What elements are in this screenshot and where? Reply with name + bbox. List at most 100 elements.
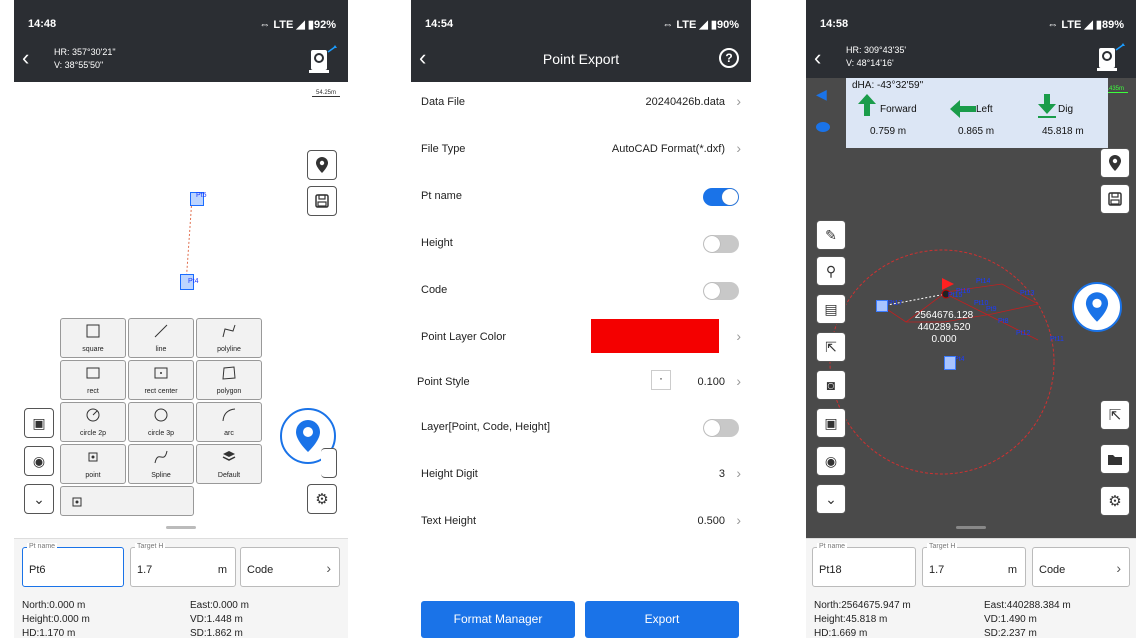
tool-circle-3p[interactable]: circle 3p (128, 402, 194, 442)
height-toggle[interactable] (703, 235, 739, 253)
audio-icon[interactable]: ◀ (816, 86, 827, 103)
point-icon (88, 452, 98, 462)
format-manager-button[interactable]: Format Manager (421, 601, 575, 638)
export-button[interactable]: Export (585, 601, 739, 638)
input-bar: Pt name Pt6 Target H 1.7 m Code › (14, 538, 348, 596)
dig-label: Dig (1058, 104, 1074, 115)
save-button[interactable] (307, 186, 337, 216)
tool-spline[interactable]: Spline (128, 444, 194, 484)
row-point-style[interactable]: Point Style · 0.100 › (411, 360, 751, 407)
collapse-button[interactable]: ⌄ (816, 484, 846, 514)
back-arrow-icon[interactable]: ‹ (814, 46, 836, 72)
tool-default-layer[interactable]: Default (196, 444, 262, 484)
tool-point[interactable]: point (60, 444, 126, 484)
drag-handle[interactable] (956, 526, 986, 529)
tool-circle-2p[interactable]: circle 2p (60, 402, 126, 442)
zoom-extent-button[interactable]: ▣ (24, 408, 54, 438)
target-icon: ◉ (824, 452, 838, 469)
dig-value: 45.818 m (1042, 126, 1084, 137)
coord-height: 0.000 (931, 334, 957, 345)
total-station-icon[interactable] (304, 42, 338, 76)
location-pin-icon (1085, 292, 1109, 322)
row-height-digit[interactable]: Height Digit 3 › (411, 452, 751, 499)
open-folder-button[interactable] (1100, 444, 1130, 474)
stakeout-guidance-panel: dHA: -43°32'59" Forward 0.759 m Left 0.8… (846, 78, 1108, 148)
status-indicators: ⇔ LTE ◢ ▮92% (259, 19, 336, 31)
pt-name-field[interactable]: Pt name Pt18 (812, 543, 916, 587)
row-point-layer-color[interactable]: Point Layer Color › (411, 315, 751, 362)
zoom-extent-button[interactable]: ▣ (816, 408, 846, 438)
status-bar: 14:48 ⇔ LTE ◢ ▮92% (14, 0, 348, 36)
camera-button[interactable]: ◙ (816, 370, 846, 400)
search-pin-icon: ⚲ (825, 262, 837, 279)
collapse-button[interactable]: ⌄ (24, 484, 54, 514)
layer-toggle-button[interactable] (321, 448, 337, 478)
vd-value: VD:1.490 m (984, 614, 1037, 625)
select-button[interactable]: ⇱ (816, 332, 846, 362)
code-toggle[interactable] (703, 282, 739, 300)
target-height-field[interactable]: Target H 1.7 m (130, 543, 236, 587)
focus-frame-icon: ▣ (32, 414, 46, 431)
total-station-icon[interactable] (1092, 40, 1126, 74)
chevron-right-icon: › (736, 373, 741, 389)
measure-tool-button[interactable]: ✎ (816, 220, 846, 250)
code-field[interactable]: Code › (240, 547, 340, 587)
gear-icon: ⚙ (315, 491, 329, 508)
pt-name-toggle[interactable] (703, 188, 739, 206)
code-field[interactable]: Code › (1032, 547, 1130, 587)
arrow-left-icon (950, 100, 976, 118)
measurement-readout: North:0.000 m East:0.000 m Height:0.000 … (14, 596, 348, 638)
save-button[interactable] (1100, 184, 1130, 214)
drag-handle[interactable] (166, 526, 196, 529)
layer-toggle[interactable] (703, 419, 739, 437)
settings-button[interactable]: ⚙ (307, 484, 337, 514)
select-cursor-button[interactable]: ⇱ (1100, 400, 1130, 430)
point-label: Pt11 (1050, 336, 1064, 343)
eye-icon[interactable] (816, 122, 830, 132)
current-tool-point[interactable] (60, 486, 194, 516)
chevron-right-icon: › (326, 560, 331, 576)
phone-screen-point-export: 14:54 ⇔ LTE ◢ ▮90% ‹ Point Export ? Data… (411, 0, 751, 638)
tool-arc[interactable]: arc (196, 402, 262, 442)
coord-northing: 2564676.128 (914, 310, 974, 321)
row-text-height[interactable]: Text Height 0.500 › (411, 499, 751, 546)
point-label: Pt12 (1016, 330, 1031, 337)
cursor-icon: ⇱ (1108, 407, 1122, 424)
tool-rect-center[interactable]: rect center (128, 360, 194, 400)
center-location-button[interactable]: ◉ (24, 446, 54, 476)
location-pin-button[interactable] (1100, 148, 1130, 178)
row-data-file[interactable]: Data File 20240426b.data › (411, 80, 751, 127)
map-icon: ▤ (824, 300, 838, 317)
color-swatch[interactable] (591, 319, 719, 353)
pt-name-field[interactable]: Pt name Pt6 (22, 543, 124, 587)
location-pin-icon (296, 420, 320, 452)
measurement-readout: North:2564675.947 m East:440288.384 m He… (806, 596, 1136, 638)
status-indicators: ⇔ LTE ◢ ▮89% (1047, 19, 1124, 31)
status-bar: 14:58 ⇔ LTE ◢ ▮89% (806, 0, 1136, 36)
help-icon[interactable]: ? (719, 48, 739, 68)
stakeout-locate-button[interactable] (1072, 282, 1122, 332)
phone-screen-stakeout-navigation: 14:58 ⇔ LTE ◢ ▮89% ‹ HR: 309°43'35' V: 4… (806, 0, 1136, 638)
tool-line[interactable]: line (128, 318, 194, 358)
target-height-field[interactable]: Target H 1.7 m (922, 543, 1026, 587)
point-marker-pt17[interactable] (876, 300, 888, 312)
point-search-button[interactable]: ⚲ (816, 256, 846, 286)
settings-button[interactable]: ⚙ (1100, 486, 1130, 516)
tool-rect[interactable]: rect (60, 360, 126, 400)
row-pt-name: Pt name (411, 174, 751, 221)
row-file-type[interactable]: File Type AutoCAD Format(*.dxf) › (411, 127, 751, 174)
map-layer-button[interactable]: ▤ (816, 294, 846, 324)
tool-polyline[interactable]: polyline (196, 318, 262, 358)
center-location-button[interactable]: ◉ (816, 446, 846, 476)
tool-polygon[interactable]: polygon (196, 360, 262, 400)
back-arrow-icon[interactable]: ‹ (22, 46, 44, 72)
tool-square[interactable]: square (60, 318, 126, 358)
dha-value: dHA: -43°32'59" (852, 80, 924, 91)
location-pin-button[interactable] (307, 150, 337, 180)
sd-value: SD:1.862 m (190, 628, 243, 638)
point-marker-pt4[interactable] (944, 356, 956, 370)
polyline-icon (222, 324, 236, 338)
v-angle: V: 38°55'50" (54, 60, 104, 70)
circle-3p-icon (154, 408, 168, 422)
north-value: North:0.000 m (22, 600, 86, 611)
